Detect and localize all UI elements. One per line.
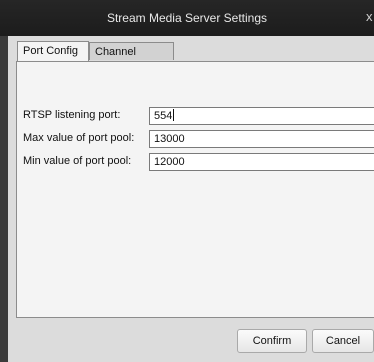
cancel-button[interactable]: Cancel <box>312 329 374 353</box>
close-icon[interactable]: x <box>366 9 374 25</box>
dialog-title: Stream Media Server Settings <box>106 11 268 25</box>
min-port-label: Min value of port pool: <box>23 155 132 167</box>
settings-dialog: Stream Media Server Settings x Port Conf… <box>0 0 374 362</box>
port-config-panel: RTSP listening port: 554 Max value of po… <box>16 61 374 318</box>
max-port-label: Max value of port pool: <box>23 132 135 144</box>
tab-channel-config[interactable]: Channel Config <box>89 42 174 76</box>
text-caret <box>173 109 175 121</box>
rtsp-port-label: RTSP listening port: <box>23 109 121 121</box>
dialog-footer: Confirm Cancel <box>8 318 374 362</box>
rtsp-port-input[interactable]: 554 <box>149 107 374 125</box>
max-port-input[interactable]: 13000 <box>149 130 374 148</box>
dialog-body: Port Config Channel Config RTSP listenin… <box>8 36 374 362</box>
confirm-button[interactable]: Confirm <box>237 329 307 353</box>
tab-port-config[interactable]: Port Config <box>17 41 89 61</box>
title-bar: Stream Media Server Settings x <box>0 0 374 36</box>
min-port-input[interactable]: 12000 <box>149 153 374 171</box>
